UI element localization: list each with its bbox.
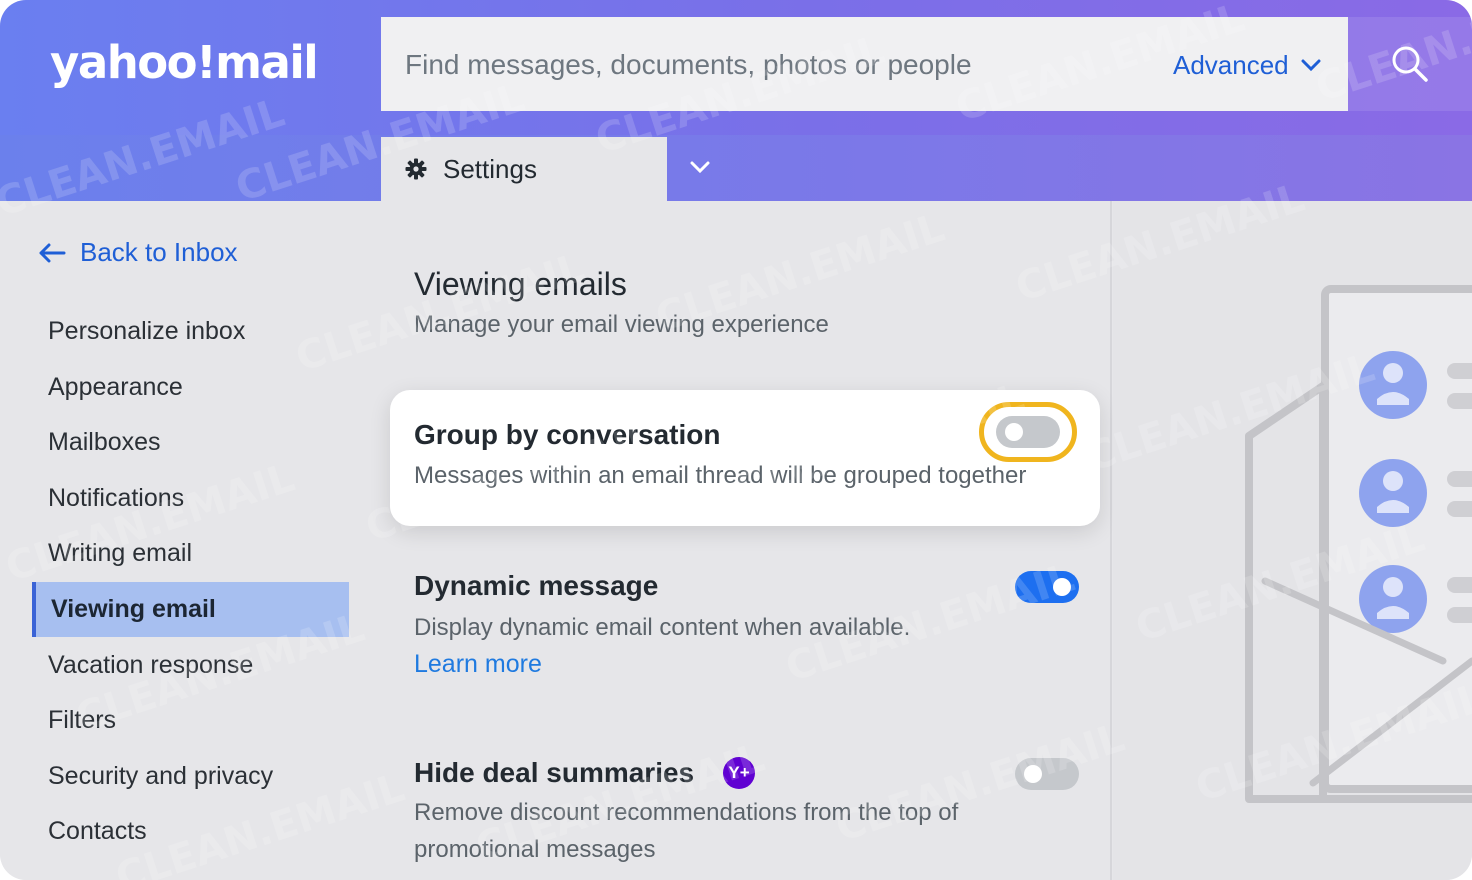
group-by-conversation-description: Messages within an email thread will be … <box>414 462 1027 489</box>
dynamic-message-title: Dynamic message <box>414 570 659 601</box>
hide-deal-summaries-description-line1: Remove discount recommendations from the… <box>414 799 959 826</box>
envelope-illustration <box>1245 285 1472 803</box>
hide-deal-summaries-toggle[interactable] <box>1015 758 1079 790</box>
group-by-conversation-toggle[interactable] <box>996 416 1060 448</box>
page-title: Viewing emails <box>414 266 627 302</box>
hide-deal-summaries-title: Hide deal summaries <box>414 757 695 788</box>
search-input[interactable] <box>405 45 1145 85</box>
illustration-panel <box>1113 201 1472 880</box>
arrow-left-icon <box>39 243 66 262</box>
gear-icon <box>405 158 427 180</box>
settings-panel: Viewing emails Manage your email viewing… <box>381 201 1112 880</box>
search-bar: Advanced <box>381 17 1348 111</box>
advanced-search-button[interactable]: Advanced <box>1173 49 1321 81</box>
tab-settings[interactable]: Settings <box>381 137 667 201</box>
advanced-label: Advanced <box>1173 49 1289 80</box>
sidebar-item-filters[interactable]: Filters <box>32 693 349 748</box>
sidebar-item-notifications[interactable]: Notifications <box>32 471 349 526</box>
toggle-knob <box>1053 578 1071 596</box>
tab-settings-label: Settings <box>443 153 537 184</box>
hide-deal-summaries-description-line2: promotional messages <box>414 836 656 863</box>
yahoo-mail-logo[interactable]: yahoo!mail <box>50 36 319 89</box>
sidebar-item-writing-email[interactable]: Writing email <box>32 526 349 581</box>
sidebar-item-mailboxes[interactable]: Mailboxes <box>32 415 349 470</box>
search-icon <box>1392 46 1428 82</box>
settings-sidebar: Back to Inbox Personalize inbox Appearan… <box>0 201 381 880</box>
chevron-down-icon <box>1301 59 1321 72</box>
search-button[interactable] <box>1348 17 1472 111</box>
learn-more-link[interactable]: Learn more <box>414 650 542 679</box>
toggle-knob <box>1024 765 1042 783</box>
sidebar-item-personalize-inbox[interactable]: Personalize inbox <box>32 304 349 359</box>
dynamic-message-description: Display dynamic email content when avail… <box>414 614 911 641</box>
tab-bar <box>0 135 1472 201</box>
sidebar-item-vacation-response[interactable]: Vacation response <box>32 638 349 693</box>
app-window: yahoo!mail Advanced <box>0 0 1472 880</box>
group-by-conversation-title: Group by conversation <box>414 419 721 450</box>
back-to-inbox-link[interactable]: Back to Inbox <box>38 237 238 268</box>
sidebar-item-security-and-privacy[interactable]: Security and privacy <box>32 749 349 804</box>
back-to-inbox-label: Back to Inbox <box>80 237 238 267</box>
sidebar-item-contacts[interactable]: Contacts <box>32 804 349 859</box>
yahoo-plus-badge: Y+ <box>723 757 755 789</box>
tab-menu-chevron-icon[interactable] <box>686 155 714 179</box>
sidebar-item-viewing-email[interactable]: Viewing email <box>32 582 349 637</box>
dynamic-message-toggle[interactable] <box>1015 571 1079 603</box>
page-subtitle: Manage your email viewing experience <box>414 311 829 338</box>
toggle-knob <box>1005 423 1023 441</box>
sidebar-item-appearance[interactable]: Appearance <box>32 360 349 415</box>
